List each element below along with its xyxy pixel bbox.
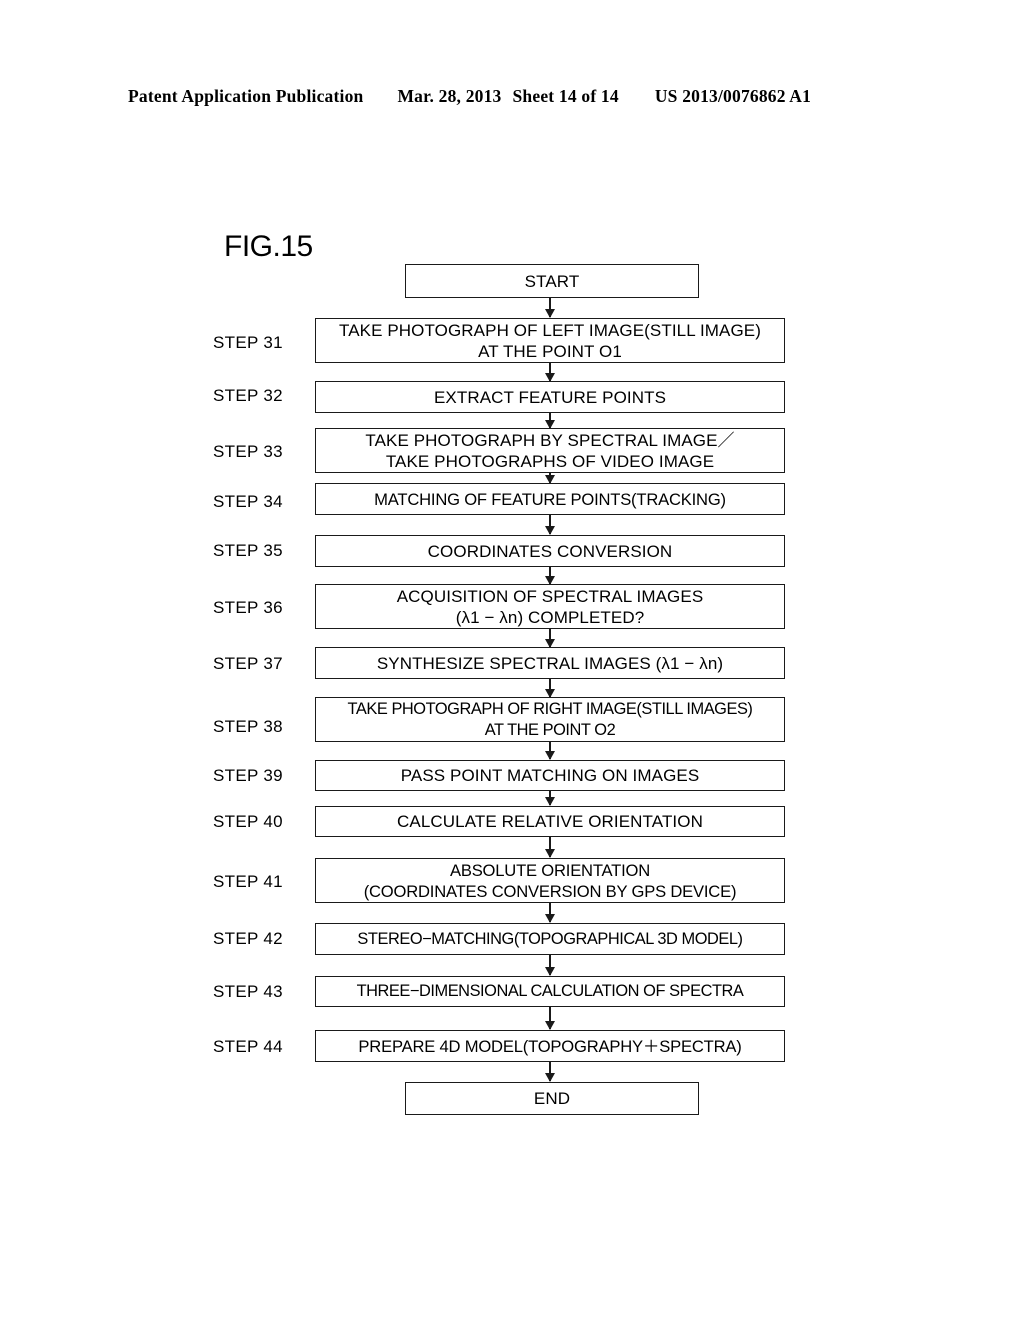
- step-label-35: STEP 35: [213, 541, 283, 560]
- flow-node-step35: COORDINATES CONVERSION: [315, 535, 785, 567]
- flowchart-diagram: START STEP 31 TAKE PHOTOGRAPH OF LEFT IM…: [0, 0, 1024, 1320]
- flow-arrow-step41-to-step42: [545, 903, 555, 923]
- flow-arrow-step43-to-step44: [545, 1007, 555, 1030]
- flow-arrow-start-to-step31: [545, 298, 555, 318]
- flow-arrow-step31-to-step32: [545, 363, 555, 382]
- step-label-41: STEP 41: [213, 872, 283, 891]
- flow-arrow-step32-to-step33: [545, 413, 555, 429]
- flow-arrow-step36-to-step37: [545, 629, 555, 648]
- flow-arrow-step34-to-step35: [545, 515, 555, 535]
- step-label-43: STEP 43: [213, 982, 283, 1001]
- flow-node-step31: TAKE PHOTOGRAPH OF LEFT IMAGE(STILL IMAG…: [315, 318, 785, 363]
- step-label-40: STEP 40: [213, 812, 283, 831]
- flow-node-start: START: [405, 264, 699, 298]
- flow-arrow-step35-to-step36: [545, 567, 555, 585]
- flow-arrow-step42-to-step43: [545, 955, 555, 976]
- flow-node-step34: MATCHING OF FEATURE POINTS(TRACKING): [315, 483, 785, 515]
- flow-node-step40: CALCULATE RELATIVE ORIENTATION: [315, 806, 785, 837]
- step-label-38: STEP 38: [213, 717, 283, 736]
- flow-node-step43: THREE−DIMENSIONAL CALCULATION OF SPECTRA: [315, 976, 785, 1007]
- flow-node-step39: PASS POINT MATCHING ON IMAGES: [315, 760, 785, 791]
- step-label-33: STEP 33: [213, 442, 283, 461]
- flow-node-step36: ACQUISITION OF SPECTRAL IMAGES (λ1 − λn)…: [315, 584, 785, 629]
- flow-node-step32: EXTRACT FEATURE POINTS: [315, 381, 785, 413]
- step-label-42: STEP 42: [213, 929, 283, 948]
- flow-node-end: END: [405, 1082, 699, 1115]
- flow-node-step44: PREPARE 4D MODEL(TOPOGRAPHY＋SPECTRA): [315, 1030, 785, 1062]
- flow-arrow-step44-to-end: [545, 1062, 555, 1082]
- step-label-32: STEP 32: [213, 386, 283, 405]
- step-label-44: STEP 44: [213, 1037, 283, 1056]
- flow-node-step37: SYNTHESIZE SPECTRAL IMAGES (λ1 − λn): [315, 647, 785, 679]
- flow-node-step33: TAKE PHOTOGRAPH BY SPECTRAL IMAGE／ TAKE …: [315, 428, 785, 473]
- flow-node-step42: STEREO−MATCHING(TOPOGRAPHICAL 3D MODEL): [315, 923, 785, 955]
- flow-arrow-step37-to-step38: [545, 679, 555, 698]
- flow-arrow-step33-to-step34: [545, 473, 555, 484]
- flow-node-step41: ABSOLUTE ORIENTATION (COORDINATES CONVER…: [315, 858, 785, 903]
- step-label-39: STEP 39: [213, 766, 283, 785]
- flow-arrow-step38-to-step39: [545, 742, 555, 760]
- step-label-36: STEP 36: [213, 598, 283, 617]
- flow-arrow-step39-to-step40: [545, 791, 555, 806]
- step-label-31: STEP 31: [213, 333, 283, 352]
- step-label-34: STEP 34: [213, 492, 283, 511]
- flow-arrow-step40-to-step41: [545, 837, 555, 858]
- flow-node-step38: TAKE PHOTOGRAPH OF RIGHT IMAGE(STILL IMA…: [315, 697, 785, 742]
- step-label-37: STEP 37: [213, 654, 283, 673]
